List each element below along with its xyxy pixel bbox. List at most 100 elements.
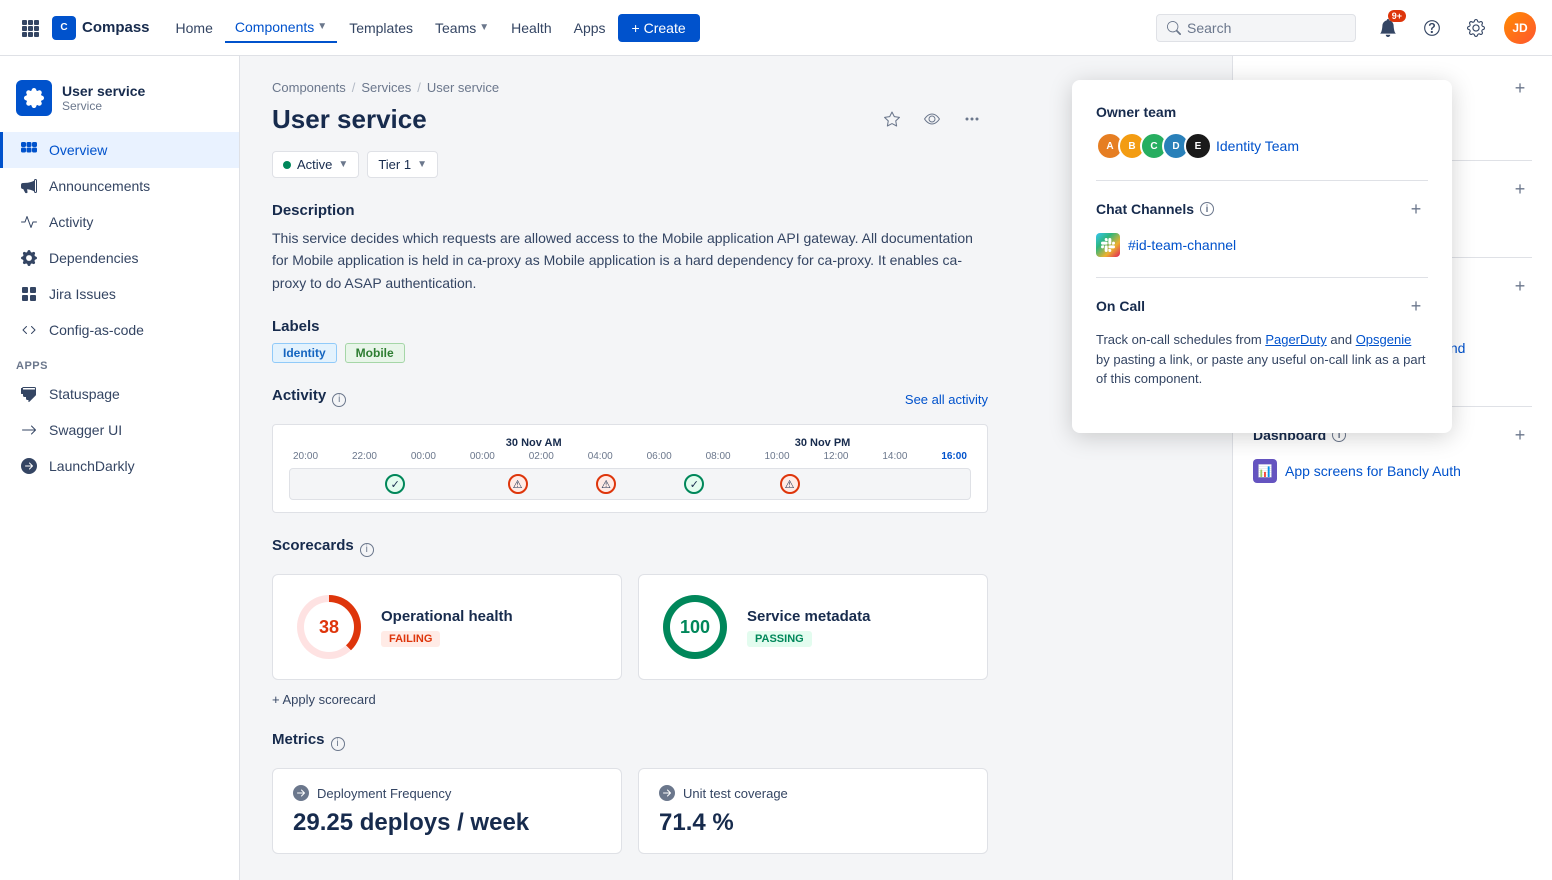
sidebar: User service Service Overview Announceme… (0, 56, 240, 880)
metric-coverage-icon (659, 785, 675, 801)
scorecards-info-icon[interactable]: i (360, 543, 374, 557)
sidebar-item-statuspage[interactable]: Statuspage (0, 376, 239, 412)
notifications-button[interactable]: 9+ (1372, 12, 1404, 44)
activity-event-4: ✓ (684, 474, 704, 494)
scorecards-row: 38 Operational health FAILING 100 (272, 574, 988, 680)
settings-button[interactable] (1460, 12, 1492, 44)
nav-templates[interactable]: Templates (339, 14, 423, 42)
dashboard-row: 📊 App screens for Bancly Auth (1253, 459, 1532, 483)
metric-coverage: Unit test coverage 71.4 % (638, 768, 988, 854)
help-button[interactable] (1416, 12, 1448, 44)
user-avatar[interactable]: JD (1504, 12, 1536, 44)
labels-row: Identity Mobile (272, 343, 988, 363)
apps-section-label: APPS (0, 348, 239, 376)
popup-chat-section: Chat Channels i + #id-team-channel (1096, 197, 1428, 257)
sidebar-item-dependencies[interactable]: Dependencies (0, 240, 239, 276)
notification-badge: 9+ (1388, 10, 1406, 22)
dashboard-add-button[interactable]: + (1508, 423, 1532, 447)
description-title: Description (272, 202, 988, 219)
search-icon (1167, 21, 1181, 35)
date-label-am: 30 Nov AM (486, 437, 582, 449)
projects-add-button[interactable]: + (1508, 177, 1532, 201)
repos-add-button[interactable]: + (1508, 76, 1532, 100)
nav-right-actions: 9+ JD (1372, 12, 1536, 44)
labels-title: Labels (272, 318, 988, 335)
docs-add-button[interactable]: + (1508, 274, 1532, 298)
metric-deploy-name: Deployment Frequency (317, 786, 451, 801)
sidebar-item-launchdarkly[interactable]: LaunchDarkly (0, 448, 239, 484)
sidebar-item-swagger[interactable]: Swagger UI (0, 412, 239, 448)
sidebar-item-label: Activity (49, 214, 93, 230)
channel-name[interactable]: #id-team-channel (1128, 237, 1236, 253)
chat-channel-row: #id-team-channel (1096, 233, 1428, 257)
chat-info-icon[interactable]: i (1200, 202, 1214, 216)
nav-home[interactable]: Home (166, 14, 223, 42)
apply-scorecard-button[interactable]: + Apply scorecard (272, 692, 988, 707)
activity-info-icon[interactable]: i (332, 393, 346, 407)
metrics-title: Metrics (272, 731, 325, 748)
grid-menu-icon[interactable] (16, 14, 44, 42)
label-mobile[interactable]: Mobile (345, 343, 405, 363)
nav-teams[interactable]: Teams ▼ (425, 14, 499, 42)
create-button[interactable]: + Create (618, 14, 700, 42)
watch-button[interactable] (916, 103, 948, 135)
score-circle-fail: 38 (297, 595, 361, 659)
popup-owner-section: Owner team A B C D E Identity Team (1096, 104, 1428, 160)
search-bar[interactable]: Search (1156, 14, 1356, 42)
description-section: Description This service decides which r… (272, 202, 988, 294)
sidebar-item-label: LaunchDarkly (49, 458, 135, 474)
more-button[interactable] (956, 103, 988, 135)
sidebar-component-name: User service (62, 83, 145, 99)
star-button[interactable] (876, 103, 908, 135)
label-identity[interactable]: Identity (272, 343, 337, 363)
score-circle-pass: 100 (663, 595, 727, 659)
config-icon (19, 320, 39, 340)
gear-icon (1467, 19, 1485, 37)
sidebar-item-label: Dependencies (49, 250, 139, 266)
app-logo[interactable]: C Compass (52, 16, 150, 40)
see-all-activity-link[interactable]: See all activity (905, 392, 988, 407)
sidebar-item-config[interactable]: Config-as-code (0, 312, 239, 348)
tier-label: Tier 1 (378, 157, 411, 172)
chat-add-button[interactable]: + (1404, 197, 1428, 221)
metric-coverage-value: 71.4 % (659, 809, 967, 837)
jira-icon (19, 284, 39, 304)
overview-icon (19, 140, 39, 160)
status-dot (283, 161, 291, 169)
tier-dropdown[interactable]: Tier 1 ▼ (367, 151, 438, 178)
swagger-icon (19, 420, 39, 440)
sidebar-header: User service Service (0, 72, 239, 132)
content-area: Components / Services / User service Use… (240, 56, 1020, 880)
opsgenie-link[interactable]: Opsgenie (1356, 332, 1412, 347)
nav-apps[interactable]: Apps (564, 14, 616, 42)
metrics-section: Metrics i Deployment Frequency 29.25 dep… (272, 731, 988, 854)
dashboard-name[interactable]: App screens for Bancly Auth (1285, 463, 1461, 479)
sidebar-item-label: Overview (49, 142, 107, 158)
popup-card: Owner team A B C D E Identity Team Chat … (1072, 80, 1452, 433)
scorecards-title: Scorecards (272, 537, 354, 554)
statuspage-icon (19, 384, 39, 404)
activity-event-3: ⚠ (596, 474, 616, 494)
status-label: Active (297, 157, 332, 172)
sidebar-item-jira[interactable]: Jira Issues (0, 276, 239, 312)
nav-components[interactable]: Components ▼ (225, 13, 337, 43)
metric-deployment: Deployment Frequency 29.25 deploys / wee… (272, 768, 622, 854)
scorecard-status-pass: PASSING (747, 631, 812, 647)
breadcrumb-services[interactable]: Services (361, 80, 411, 95)
scorecard-name-metadata: Service metadata (747, 608, 963, 625)
owner-team-row: A B C D E Identity Team (1096, 132, 1428, 160)
popup-divider-2 (1096, 277, 1428, 278)
breadcrumb-components[interactable]: Components (272, 80, 346, 95)
status-dropdown[interactable]: Active ▼ (272, 151, 359, 178)
pagerduty-link[interactable]: PagerDuty (1265, 332, 1326, 347)
oncall-add-button[interactable]: + (1404, 294, 1428, 318)
sidebar-item-announcements[interactable]: Announcements (0, 168, 239, 204)
sidebar-item-overview[interactable]: Overview (0, 132, 239, 168)
score-value-pass: 100 (670, 602, 720, 652)
breadcrumb-current: User service (427, 80, 499, 95)
metrics-info-icon[interactable]: i (331, 737, 345, 751)
nav-health[interactable]: Health (501, 14, 561, 42)
owner-team-name[interactable]: Identity Team (1216, 138, 1299, 154)
sidebar-item-activity[interactable]: Activity (0, 204, 239, 240)
oncall-description: Track on-call schedules from PagerDuty a… (1096, 330, 1428, 389)
